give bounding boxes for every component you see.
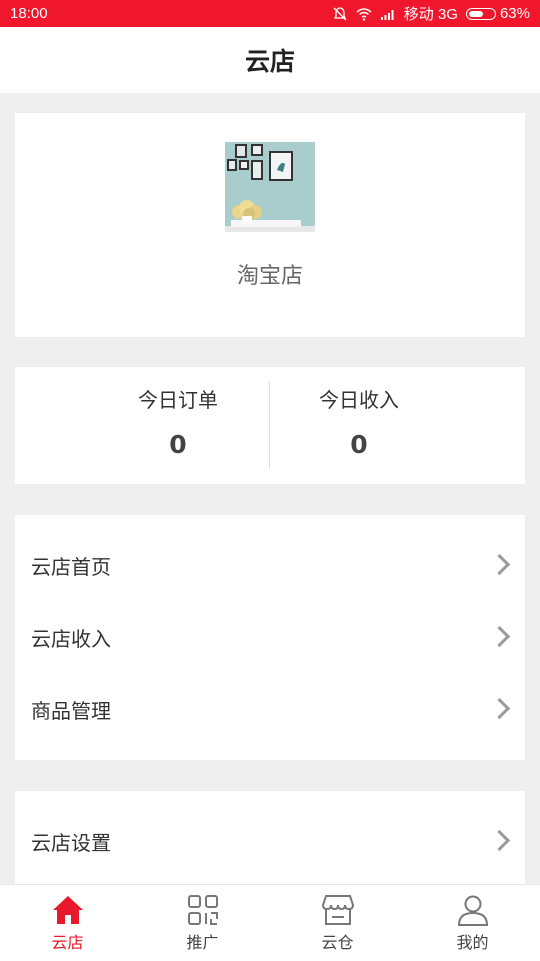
menu-item-label: 商品管理	[31, 698, 111, 723]
menu-item-shop-settings[interactable]: 云店设置	[15, 805, 525, 877]
mute-icon	[333, 6, 347, 20]
shop-avatar[interactable]	[225, 142, 315, 232]
battery-percent: 63%	[499, 5, 530, 22]
today-orders-stat[interactable]: 今日订单 0	[88, 367, 268, 459]
today-income-stat[interactable]: 今日收入 0	[269, 367, 449, 459]
carrier-label: 移动 3G	[403, 6, 458, 23]
status-icons: 移动 3G 63%	[332, 3, 530, 24]
stats-card: 今日订单 0 今日收入 0	[15, 367, 525, 484]
chevron-right-icon	[488, 829, 511, 852]
shop-card: 淘宝店	[15, 113, 525, 337]
tab-cloud-warehouse[interactable]: 云仓	[270, 885, 405, 961]
menu-item-shop-income[interactable]: 云店收入	[15, 601, 525, 673]
tab-label: 云店	[51, 933, 84, 952]
battery-indicator: 63%	[465, 5, 530, 22]
tab-mine[interactable]: 我的	[405, 885, 540, 961]
today-income-label: 今日收入	[319, 388, 399, 412]
wifi-icon	[356, 7, 372, 21]
status-bar: 18:00 移动 3G 63%	[0, 0, 540, 27]
user-icon	[457, 895, 488, 926]
menu-item-label: 云店首页	[31, 554, 111, 579]
signal-icon	[380, 9, 394, 20]
tab-label: 我的	[456, 933, 489, 952]
chevron-right-icon	[488, 553, 511, 576]
menu-card: 云店首页 云店收入 商品管理	[15, 515, 525, 760]
tab-cloud-shop[interactable]: 云店	[0, 885, 135, 961]
battery-icon	[465, 7, 496, 20]
menu-item-label: 云店收入	[31, 626, 111, 651]
tab-label: 云仓	[321, 933, 354, 952]
settings-card: 云店设置	[15, 791, 525, 891]
page-title: 云店	[244, 47, 295, 76]
store-icon	[321, 895, 354, 925]
chevron-right-icon	[488, 625, 511, 648]
tab-promotion[interactable]: 推广	[135, 885, 270, 961]
battery-fill	[468, 10, 483, 17]
tab-label: 推广	[186, 933, 219, 952]
menu-item-shop-home[interactable]: 云店首页	[15, 529, 525, 601]
home-icon	[52, 896, 83, 924]
today-income-value: 0	[350, 430, 368, 459]
menu-item-label: 云店设置	[31, 830, 111, 855]
menu-item-product-management[interactable]: 商品管理	[15, 673, 525, 745]
shop-photo-image	[225, 142, 315, 232]
chevron-right-icon	[488, 697, 511, 720]
bottom-tab-bar: 云店 推广 云仓 我的	[0, 884, 540, 961]
qr-code-icon	[187, 895, 218, 925]
title-bar: 云店	[0, 27, 540, 93]
shop-name: 淘宝店	[236, 264, 303, 289]
status-time: 18:00	[10, 5, 48, 22]
today-orders-value: 0	[169, 430, 187, 459]
today-orders-label: 今日订单	[138, 388, 218, 412]
